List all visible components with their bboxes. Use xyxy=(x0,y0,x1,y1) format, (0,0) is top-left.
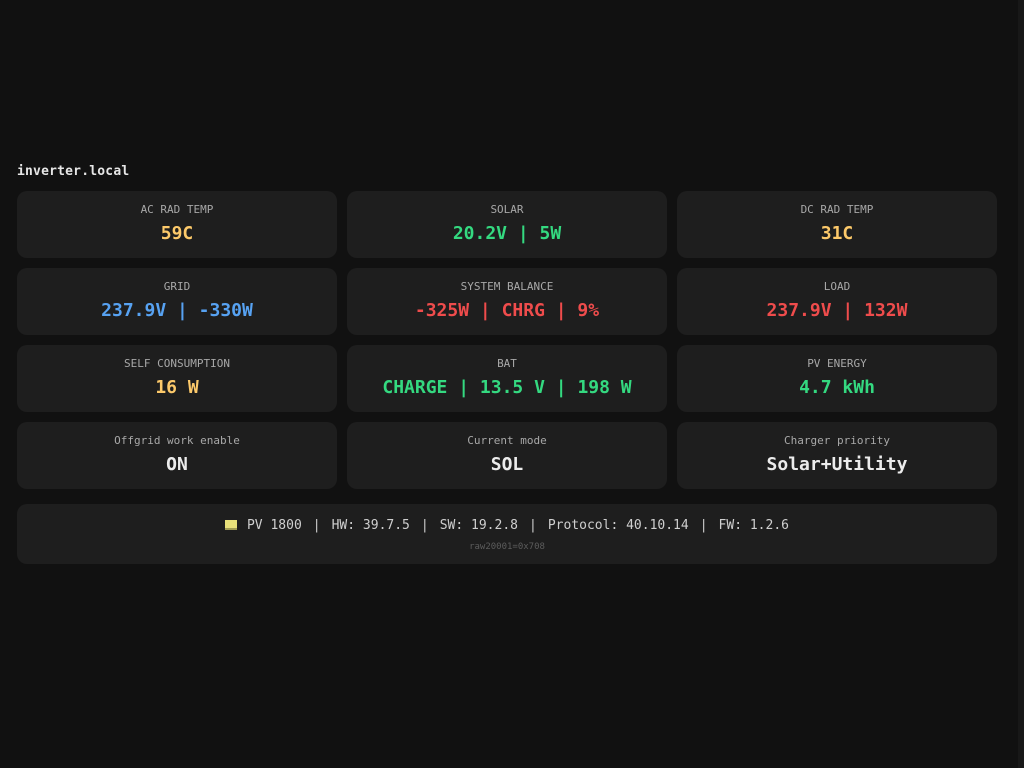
card-label: PV ENERGY xyxy=(807,357,867,370)
card-value: 16 W xyxy=(155,377,199,398)
card-value: 237.9V | 132W xyxy=(766,300,908,321)
card-load: LOAD 237.9V | 132W xyxy=(677,268,997,335)
firmware-version: FW: 1.2.6 xyxy=(718,518,789,533)
raw-register-value: raw20001=0x708 xyxy=(469,542,545,552)
card-value: 59C xyxy=(160,223,194,244)
card-label: LOAD xyxy=(823,280,851,293)
card-ac-rad-temp: AC RAD TEMP 59C xyxy=(17,191,337,258)
card-value: Solar+Utility xyxy=(766,454,908,475)
card-value: SOL xyxy=(490,454,524,475)
software-version: SW: 19.2.8 xyxy=(439,518,518,533)
card-label: SOLAR xyxy=(490,203,524,216)
card-label: Offgrid work enable xyxy=(114,434,240,447)
card-value: 4.7 kWh xyxy=(799,377,875,398)
scrollbar[interactable] xyxy=(1018,0,1024,768)
card-value: 31C xyxy=(820,223,854,244)
card-label: SYSTEM BALANCE xyxy=(460,280,554,293)
card-pv-energy: PV ENERGY 4.7 kWh xyxy=(677,345,997,412)
card-label: GRID xyxy=(163,280,191,293)
device-info-line: PV 1800 | HW: 39.7.5 | SW: 19.2.8 | Protocol: … xyxy=(17,518,997,535)
card-current-mode[interactable]: Current mode SOL xyxy=(347,422,667,489)
card-label: BAT xyxy=(497,357,517,370)
card-value: 237.9V | -330W xyxy=(101,300,253,321)
separator: | xyxy=(529,518,537,533)
card-value: 20.2V | 5W xyxy=(452,223,562,244)
card-dc-rad-temp: DC RAD TEMP 31C xyxy=(677,191,997,258)
card-value: CHARGE | 13.5 V | 198 W xyxy=(382,377,632,398)
card-offgrid-work-enable[interactable]: Offgrid work enable ON xyxy=(17,422,337,489)
separator: | xyxy=(420,518,429,533)
hardware-version: HW: 39.7.5 xyxy=(331,518,410,533)
card-grid: GRID 237.9V | -330W xyxy=(17,268,337,335)
separator: | xyxy=(699,518,708,533)
card-value: ON xyxy=(166,454,188,475)
separator: | xyxy=(312,518,321,533)
card-self-consumption: SELF CONSUMPTION 16 W xyxy=(17,345,337,412)
device-icon xyxy=(224,520,237,530)
dashboard-page: inverter.local AC RAD TEMP 59C SOLAR 20.… xyxy=(0,0,1024,768)
device-model: PV 1800 xyxy=(246,518,302,533)
metrics-grid: AC RAD TEMP 59C SOLAR 20.2V | 5W DC RAD … xyxy=(17,191,997,489)
card-label: DC RAD TEMP xyxy=(800,203,874,216)
protocol-version: Protocol: 40.10.14 xyxy=(547,518,689,533)
page-title: inverter.local xyxy=(17,164,130,179)
card-label: Current mode xyxy=(467,434,547,447)
card-bat: BAT CHARGE | 13.5 V | 198 W xyxy=(347,345,667,412)
card-label: Charger priority xyxy=(784,434,890,447)
card-value: -325W | CHRG | 9% xyxy=(414,300,600,321)
card-charger-priority[interactable]: Charger priority Solar+Utility xyxy=(677,422,997,489)
card-label: AC RAD TEMP xyxy=(140,203,214,216)
device-info-footer: PV 1800 | HW: 39.7.5 | SW: 19.2.8 | Protocol: … xyxy=(17,504,997,564)
card-solar: SOLAR 20.2V | 5W xyxy=(347,191,667,258)
card-system-balance: SYSTEM BALANCE -325W | CHRG | 9% xyxy=(347,268,667,335)
card-label: SELF CONSUMPTION xyxy=(124,357,230,370)
